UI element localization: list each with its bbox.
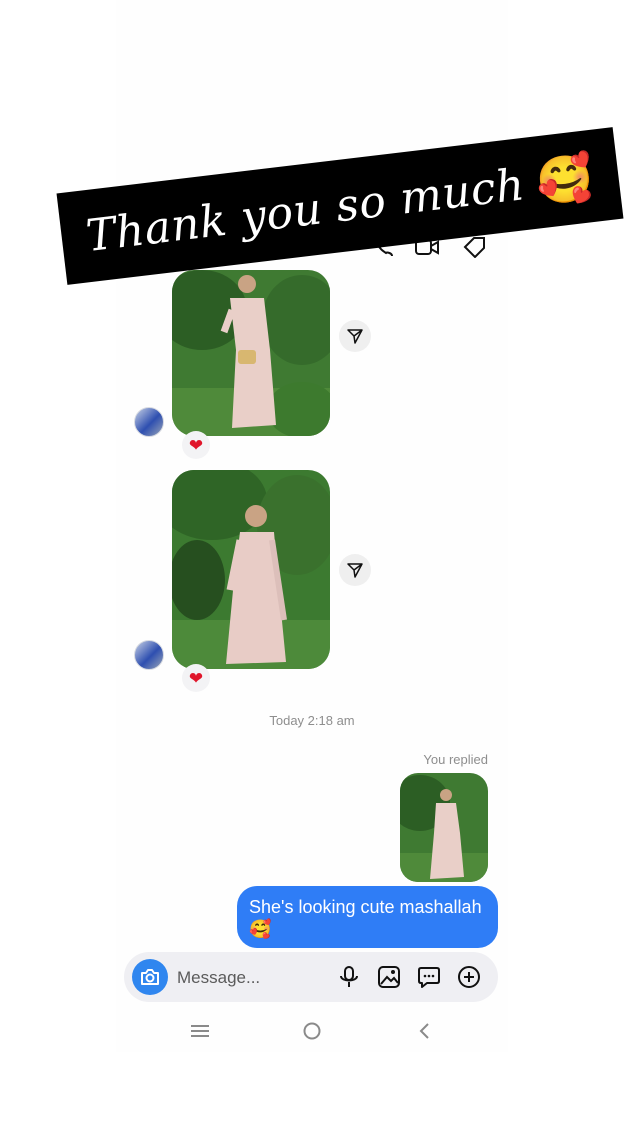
girl-in-saree-photo: [172, 470, 330, 669]
received-photo[interactable]: [172, 270, 330, 436]
share-button[interactable]: [339, 554, 371, 586]
camera-icon: [141, 969, 159, 985]
sticker-chat-icon: [418, 967, 440, 988]
nav-menu-button[interactable]: [186, 1018, 214, 1044]
nav-back-button[interactable]: [410, 1018, 438, 1044]
sent-message-bubble[interactable]: She's looking cute mashallah 🥰: [237, 886, 498, 948]
home-circle-icon: [303, 1022, 321, 1040]
replied-photo[interactable]: [400, 773, 488, 882]
more-button[interactable]: [456, 964, 482, 990]
tag-icon[interactable]: [462, 236, 488, 258]
smiling-hearts-emoji: 🥰: [533, 148, 597, 209]
heart-reaction[interactable]: ❤: [182, 664, 210, 692]
reply-label: You replied: [423, 752, 488, 767]
girl-in-saree-photo: [400, 773, 488, 882]
heart-reaction[interactable]: ❤: [182, 431, 210, 459]
received-photo[interactable]: [172, 470, 330, 669]
message-composer: Message...: [124, 952, 498, 1002]
back-chevron-icon: [419, 1023, 429, 1039]
share-button[interactable]: [339, 320, 371, 352]
menu-icon: [191, 1025, 209, 1037]
avatar[interactable]: [134, 640, 164, 670]
system-nav-bar: [116, 1014, 508, 1048]
girl-in-saree-photo: [172, 270, 330, 436]
gallery-icon: [378, 966, 400, 988]
message-input[interactable]: Message...: [177, 968, 260, 988]
nav-home-button[interactable]: [298, 1018, 326, 1044]
sticker-button[interactable]: [416, 964, 442, 990]
microphone-icon: [340, 966, 358, 987]
paper-plane-icon: [347, 563, 363, 578]
plus-circle-icon: [458, 966, 480, 988]
camera-button[interactable]: [132, 959, 168, 995]
message-timestamp: Today 2:18 am: [269, 713, 355, 728]
gallery-button[interactable]: [376, 964, 402, 990]
voice-button[interactable]: [336, 964, 362, 990]
avatar[interactable]: [134, 407, 164, 437]
paper-plane-icon: [347, 329, 363, 344]
